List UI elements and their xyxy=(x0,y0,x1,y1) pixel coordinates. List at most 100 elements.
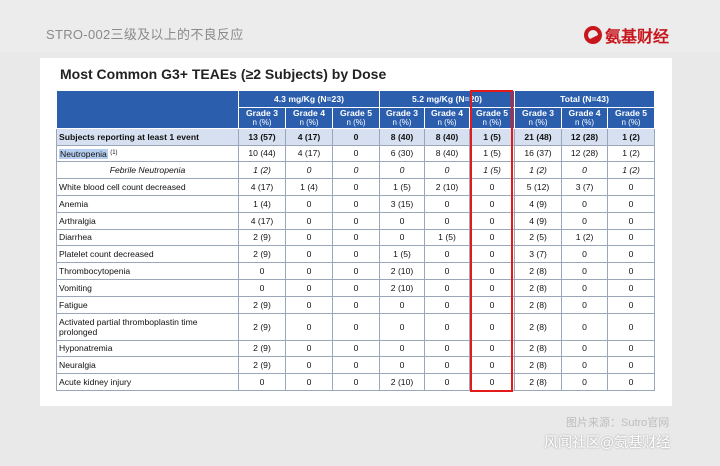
table-cell: 0 xyxy=(424,339,471,358)
row-label-text: Anemia xyxy=(59,198,89,209)
row-label-text: Thrombocytopenia xyxy=(59,266,131,277)
table-cell: 0 xyxy=(469,245,516,264)
unit-label: n (%) xyxy=(621,117,641,127)
row-label-text: Hyponatremia xyxy=(59,343,113,354)
table-cell: 12 (28) xyxy=(561,127,609,146)
table-cell: 0 xyxy=(561,339,609,358)
table-cell: 0 xyxy=(331,339,381,358)
table-cell: 0 xyxy=(469,211,516,230)
table-cell: 1 (2) xyxy=(514,161,563,180)
table-row: Vomiting 0 0 0 2 (10) 0 0 2 (8) 0 0 xyxy=(56,278,656,297)
table-cell: 0 xyxy=(561,356,609,375)
grade-label: Grade 5 xyxy=(476,107,509,118)
table-cell: 0 xyxy=(561,278,609,297)
table-cell: 2 (9) xyxy=(238,356,286,375)
table-cell: 0 xyxy=(607,295,656,314)
table-cell: 0 xyxy=(561,373,609,391)
source-note: 图片来源：Sutro官网 xyxy=(566,417,670,429)
table-cell: 0 xyxy=(469,262,516,280)
table-cell: 0 xyxy=(469,295,516,314)
row-label: Febrile Neutropenia xyxy=(56,161,239,180)
table-cell: 0 xyxy=(379,228,426,247)
table-cell: 4 (9) xyxy=(514,194,563,213)
table-cell: 0 xyxy=(331,228,381,247)
dose-group-header: 4.3 mg/Kg (N=23) xyxy=(237,90,381,108)
table-cell: 0 xyxy=(379,339,426,358)
table-cell: 0 xyxy=(561,211,609,230)
table-cell: 0 xyxy=(331,178,381,196)
table-cell: 8 (40) xyxy=(424,144,471,163)
dose-group-header: Total (N=43) xyxy=(514,90,656,108)
table-cell: 0 xyxy=(285,278,333,297)
table-cell: 0 xyxy=(331,161,381,180)
table-row: Anemia 1 (4) 0 0 3 (15) 0 0 4 (9) 0 0 xyxy=(56,194,656,213)
table-cell: 0 xyxy=(331,144,381,163)
table-cell: 1 (2) xyxy=(607,161,656,180)
grade-label: Grade 5 xyxy=(615,107,648,118)
table-cell: 0 xyxy=(424,312,471,341)
table-row: Thrombocytopenia 0 0 0 2 (10) 0 0 2 (8) 0 0 xyxy=(56,262,656,280)
table-cell: 3 (15) xyxy=(379,194,426,213)
table-cell: 2 (10) xyxy=(379,373,426,391)
table-cell: 0 xyxy=(331,373,381,391)
table-cell: 0 xyxy=(607,194,656,213)
table-cell: 5 (12) xyxy=(514,178,563,196)
row-label-text: Arthralgia xyxy=(59,215,96,226)
table-cell: 0 xyxy=(424,356,471,375)
table-cell: 0 xyxy=(331,194,381,213)
table-cell: 0 xyxy=(238,262,286,280)
table-cell: 0 xyxy=(424,161,471,180)
grade-header: Grade 4n (%) xyxy=(285,106,333,129)
table-row: Fatigue 2 (9) 0 0 0 0 0 2 (8) 0 0 xyxy=(56,295,656,314)
table-row: Febrile Neutropenia 1 (2) 0 0 0 0 1 (5) 1 (2) 0 1… xyxy=(56,161,656,180)
table-cell: 0 xyxy=(607,278,656,297)
table-row: Activated partial thromboplastin time pr… xyxy=(56,312,656,341)
grade-header: Grade 3n (%) xyxy=(379,106,426,129)
table-cell: 1 (5) xyxy=(469,144,516,163)
grade-label: Grade 4 xyxy=(431,107,464,118)
table-cell: 0 xyxy=(607,356,656,375)
table-cell: 0 xyxy=(561,245,609,264)
table-cell: 0 xyxy=(379,295,426,314)
grade-header: Grade 4n (%) xyxy=(561,106,609,129)
table-cell: 0 xyxy=(285,295,333,314)
slide-title: Most Common G3+ TEAEs (≥2 Subjects) by D… xyxy=(60,66,387,82)
unit-label: n (%) xyxy=(346,117,366,127)
table-cell: 0 xyxy=(607,228,656,247)
row-label: Diarrhea xyxy=(56,228,239,247)
unit-label: n (%) xyxy=(437,117,457,127)
row-label: Vomiting xyxy=(56,278,239,297)
row-label: Fatigue xyxy=(56,295,239,314)
table-cell: 0 xyxy=(424,211,471,230)
grade-label: Grade 5 xyxy=(340,107,373,118)
table-cell: 0 xyxy=(424,278,471,297)
table-cell: 8 (40) xyxy=(379,127,426,146)
table-cell: 4 (17) xyxy=(285,144,333,163)
table-cell: 12 (28) xyxy=(561,144,609,163)
grade-label: Grade 4 xyxy=(568,107,601,118)
unit-label: n (%) xyxy=(482,117,502,127)
unit-label: n (%) xyxy=(252,117,272,127)
grade-header: Grade 5n (%) xyxy=(469,106,516,129)
table-cell: 0 xyxy=(469,312,516,341)
row-label-text: Neuralgia xyxy=(59,360,96,371)
table-cell: 2 (8) xyxy=(514,262,563,280)
grade-header: Grade 5n (%) xyxy=(607,106,656,129)
table-cell: 8 (40) xyxy=(424,127,471,146)
table-cell: 0 xyxy=(285,161,333,180)
table-cell: 1 (2) xyxy=(561,228,609,247)
logo-icon xyxy=(584,26,602,44)
label-header xyxy=(56,90,239,129)
table-row: Acute kidney injury 0 0 0 2 (10) 0 0 2 (8) 0 0 xyxy=(56,373,656,391)
table-cell: 4 (17) xyxy=(238,211,286,230)
page-title: STRO-002三级及以上的不良反应 xyxy=(46,27,244,42)
table-cell: 0 xyxy=(561,262,609,280)
logo-text: 氨基财经 xyxy=(605,27,670,46)
table-cell: 2 (10) xyxy=(424,178,471,196)
table-cell: 0 xyxy=(607,178,656,196)
grade-header: Grade 3n (%) xyxy=(514,106,563,129)
table-cell: 0 xyxy=(379,312,426,341)
table-cell: 21 (48) xyxy=(514,127,563,146)
table-cell: 0 xyxy=(379,356,426,375)
table-cell: 1 (5) xyxy=(469,161,516,180)
